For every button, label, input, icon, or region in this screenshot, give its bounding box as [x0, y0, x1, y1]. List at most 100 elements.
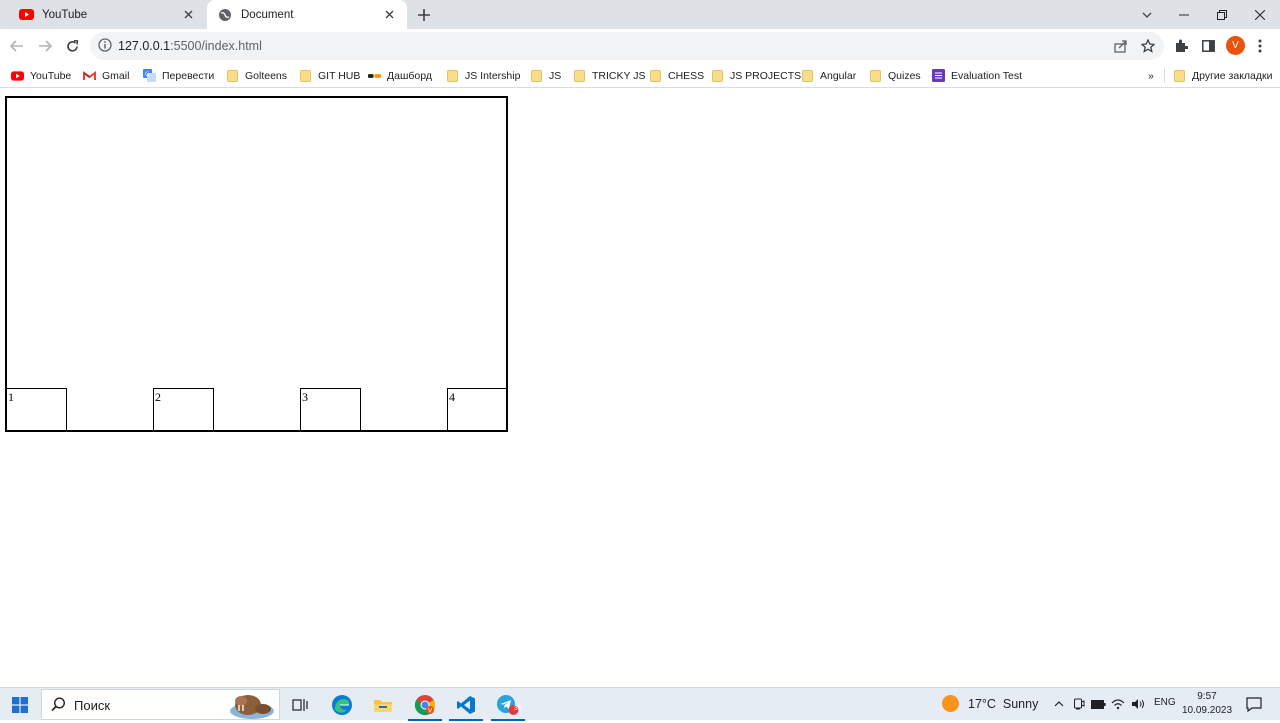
close-tab-icon[interactable]: [180, 7, 196, 23]
volume-icon[interactable]: [1130, 696, 1146, 712]
url-text: 127.0.0.1:5500/index.html: [118, 39, 262, 53]
url-path: :5500/index.html: [170, 39, 262, 53]
reload-button[interactable]: [61, 35, 83, 57]
bookmark-label: Gmail: [102, 69, 130, 82]
profile-avatar[interactable]: V: [1226, 36, 1245, 55]
svg-text:G: G: [145, 71, 150, 78]
wifi-icon[interactable]: [1110, 696, 1126, 712]
bookmark-label: GIT HUB: [318, 69, 361, 82]
bookmark-dashboard[interactable]: Дашборд: [368, 67, 432, 84]
meet-now-icon[interactable]: [1071, 696, 1087, 712]
bookmark-folder-tricky-js[interactable]: TRICKY JS: [573, 67, 645, 84]
outer-container: 1 2 3 4: [5, 96, 508, 432]
folder-icon: [801, 69, 814, 82]
restore-button[interactable]: [1203, 0, 1241, 29]
form-icon: [932, 69, 945, 82]
bookmark-evaluation-test[interactable]: Evaluation Test: [932, 67, 1022, 84]
clock-time: 9:57: [1197, 691, 1217, 702]
file-explorer-icon[interactable]: [363, 688, 403, 721]
bookmarks-bar: YouTube Gmail G Перевести Golteens GIT H…: [0, 63, 1280, 88]
close-tab-icon[interactable]: [381, 7, 397, 23]
vscode-icon[interactable]: [446, 688, 486, 721]
bookmark-label: Другие закладки: [1192, 69, 1273, 82]
bookmark-label: CHESS: [668, 69, 705, 82]
bookmark-folder-js-projects[interactable]: JS PROJECTS: [711, 67, 801, 84]
box-4: 4: [447, 388, 508, 432]
bookmark-label: JS Intership: [465, 69, 521, 82]
folder-icon: [530, 69, 543, 82]
side-panel-icon[interactable]: [1198, 36, 1218, 56]
telegram-icon[interactable]: 35: [488, 688, 528, 721]
weather-widget[interactable]: 17°C Sunny: [942, 695, 1038, 712]
globe-icon: [217, 7, 233, 23]
start-button[interactable]: [0, 688, 40, 721]
folder-icon: [226, 69, 239, 82]
weather-condition: Sunny: [1002, 696, 1039, 711]
bookmark-label: Golteens: [245, 69, 288, 82]
taskbar-search[interactable]: Поиск: [41, 689, 280, 720]
folder-icon: [573, 69, 586, 82]
bookmark-folder-github[interactable]: GIT HUB: [299, 67, 360, 84]
tab-strip: YouTube Document: [0, 0, 1280, 29]
battery-icon[interactable]: [1090, 696, 1106, 712]
edge-icon[interactable]: [322, 688, 362, 721]
search-icon: [51, 697, 66, 715]
bookmark-folder-golteens[interactable]: Golteens: [226, 67, 287, 84]
page-viewport: 1 2 3 4: [0, 89, 1280, 687]
bookmark-label: JS PROJECTS: [730, 69, 802, 82]
bookmark-label: TRICKY JS: [592, 69, 646, 82]
url-host: 127.0.0.1: [118, 39, 171, 53]
bookmark-folder-angular[interactable]: Angular: [801, 67, 856, 84]
folder-icon: [1173, 69, 1186, 82]
box-2: 2: [153, 388, 214, 432]
close-window-button[interactable]: [1241, 0, 1279, 29]
back-button[interactable]: [6, 35, 28, 57]
tab-youtube[interactable]: YouTube: [8, 0, 206, 29]
bookmark-label: Перевести: [162, 69, 215, 82]
bookmark-gmail[interactable]: Gmail: [83, 67, 129, 84]
telegram-badge: 35: [514, 705, 522, 712]
chrome-icon[interactable]: V: [405, 688, 445, 721]
minimize-button[interactable]: [1165, 0, 1203, 29]
tab-document[interactable]: Document: [207, 0, 407, 29]
forward-button[interactable]: [34, 35, 56, 57]
bookmark-label: Angular: [820, 69, 857, 82]
bookmark-folder-quizes[interactable]: Quizes: [869, 67, 921, 84]
task-view-button[interactable]: [280, 688, 320, 721]
notifications-icon[interactable]: [1245, 696, 1263, 712]
bookmarks-divider: [1164, 68, 1165, 83]
clock-date: 10.09.2023: [1181, 705, 1233, 716]
box-1: 1: [6, 388, 67, 432]
bookmark-label: YouTube: [30, 69, 72, 82]
extensions-icon[interactable]: [1171, 36, 1191, 56]
bookmarks-overflow-button[interactable]: »: [1148, 67, 1154, 84]
chevron-up-icon[interactable]: [1051, 696, 1067, 712]
gmail-icon: [83, 69, 96, 82]
new-tab-button[interactable]: [414, 5, 434, 25]
search-label: Поиск: [74, 698, 111, 713]
translate-icon: G: [143, 69, 156, 82]
bookmark-star-icon[interactable]: [1139, 37, 1157, 55]
system-clock[interactable]: 9:57 10.09.2023: [1178, 690, 1236, 718]
bookmark-label: JS: [549, 69, 562, 82]
site-info-icon[interactable]: [98, 38, 114, 54]
tab-title: YouTube: [42, 8, 88, 21]
bookmark-folder-js-intership[interactable]: JS Intership: [446, 67, 520, 84]
browser-toolbar: 127.0.0.1:5500/index.html: [0, 29, 1280, 63]
other-bookmarks-folder[interactable]: Другие закладки: [1173, 67, 1272, 84]
bookmark-folder-js[interactable]: JS: [530, 67, 561, 84]
weather-temp: 17°C: [968, 696, 996, 711]
address-bar[interactable]: 127.0.0.1:5500/index.html: [90, 32, 1164, 60]
tab-search-button[interactable]: [1128, 0, 1166, 29]
bookmark-label: Quizes: [888, 69, 921, 82]
share-icon[interactable]: [1112, 37, 1130, 55]
bookmark-youtube[interactable]: YouTube: [11, 67, 71, 84]
bookmark-folder-chess[interactable]: CHESS: [649, 67, 704, 84]
menu-kebab-icon[interactable]: [1250, 36, 1270, 56]
folder-icon: [299, 69, 312, 82]
input-language[interactable]: ENG: [1154, 697, 1176, 708]
bookmark-translate[interactable]: G Перевести: [143, 67, 214, 84]
box-3: 3: [300, 388, 361, 432]
folder-icon: [711, 69, 724, 82]
folder-icon: [649, 69, 662, 82]
